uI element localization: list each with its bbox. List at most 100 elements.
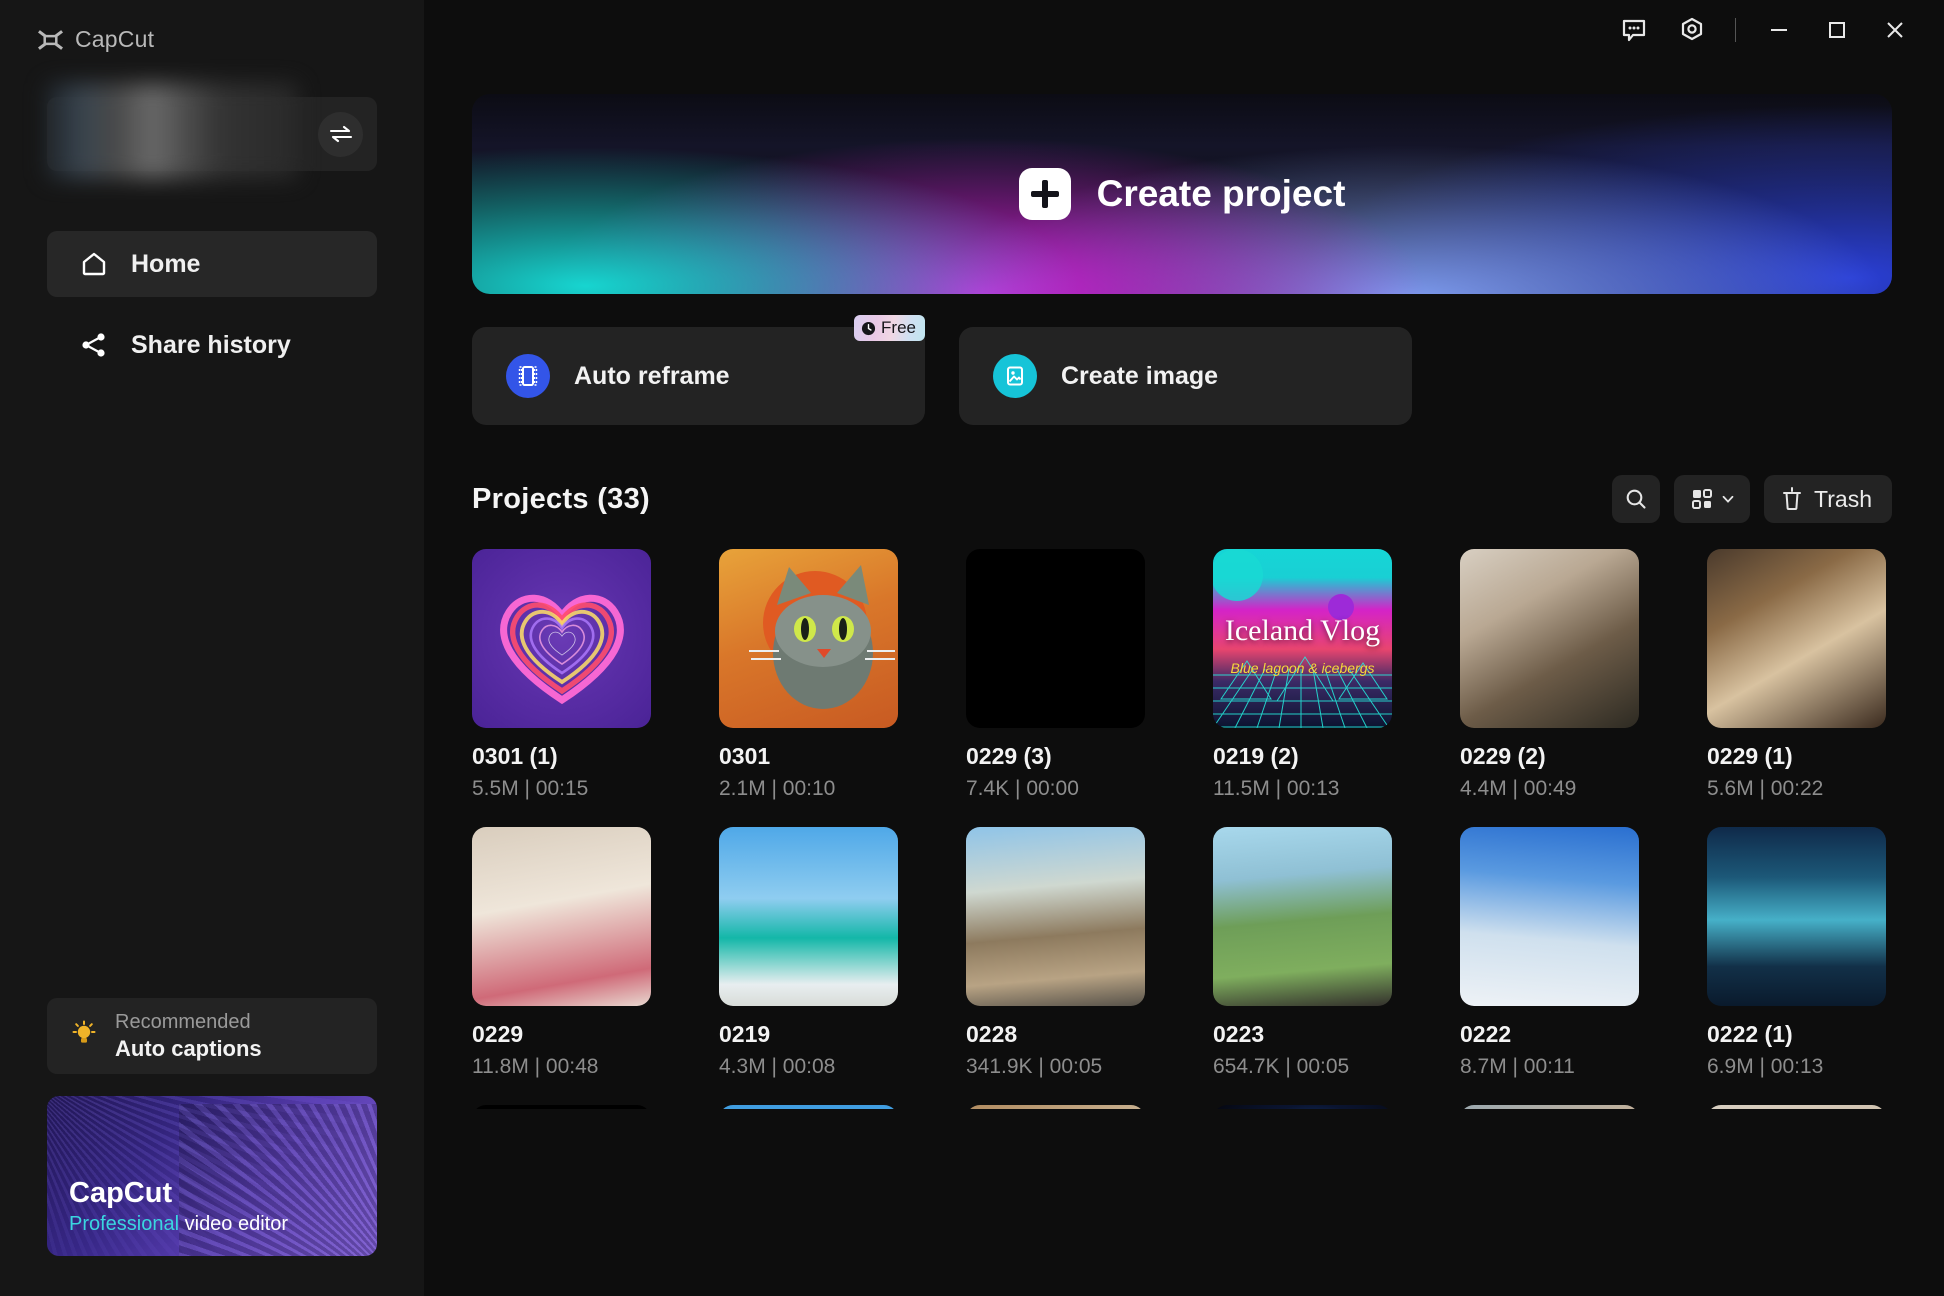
sidebar-item-label: Home xyxy=(131,249,201,278)
project-card[interactable]: 0223 654.7K | 00:05 xyxy=(1213,827,1392,1079)
sidebar-item-label: Share history xyxy=(131,330,291,359)
minimize-button[interactable] xyxy=(1750,8,1808,52)
trash-button[interactable]: Trash xyxy=(1764,475,1892,523)
recommended-title: Auto captions xyxy=(115,1035,262,1061)
project-thumbnail[interactable] xyxy=(472,827,651,1006)
project-card[interactable]: 0228 341.9K | 00:05 xyxy=(966,827,1145,1079)
project-thumbnail[interactable]: beach xyxy=(719,1105,898,1109)
close-icon xyxy=(1887,22,1903,38)
close-button[interactable] xyxy=(1866,8,1924,52)
maximize-button[interactable] xyxy=(1808,8,1866,52)
image-icon xyxy=(993,354,1037,398)
project-thumbnail[interactable] xyxy=(719,827,898,1006)
project-name: 0219 (2) xyxy=(1213,743,1299,769)
cat-illustration-art xyxy=(749,565,895,709)
project-card[interactable]: 0229 11.8M | 00:48 xyxy=(472,827,651,1079)
project-card[interactable]: 0229 (2) 4.4M | 00:49 xyxy=(1460,549,1639,801)
project-meta: 4.4M | 00:49 xyxy=(1460,777,1577,800)
project-card[interactable] xyxy=(472,1105,651,1109)
project-card[interactable]: ❤️ xyxy=(1707,1105,1886,1109)
project-thumbnail[interactable] xyxy=(1213,827,1392,1006)
project-card[interactable]: 0229 (3) 7.4K | 00:00 xyxy=(966,549,1145,801)
main-content: Create project Auto reframe Free Create … xyxy=(424,60,1944,1109)
projects-header: Projects (33) Trash xyxy=(472,475,1892,523)
project-thumbnail[interactable] xyxy=(472,1105,651,1109)
switch-account-button[interactable] xyxy=(318,111,363,157)
sidebar-item-home[interactable]: Home xyxy=(47,231,377,297)
minimize-icon xyxy=(1771,29,1787,31)
create-project-banner[interactable]: Create project xyxy=(472,94,1892,294)
chat-bubble-icon xyxy=(1622,19,1646,42)
project-thumbnail[interactable] xyxy=(1707,549,1886,728)
project-thumbnail[interactable] xyxy=(472,549,651,728)
project-meta: 2.1M | 00:10 xyxy=(719,777,836,800)
project-card[interactable] xyxy=(1460,1105,1639,1109)
project-thumbnail[interactable] xyxy=(1460,827,1639,1006)
action-card-row: Auto reframe Free Create image xyxy=(472,315,1892,425)
view-mode-button[interactable] xyxy=(1674,475,1751,523)
sidebar-item-share-history[interactable]: Share history xyxy=(47,312,377,378)
projects-title: Projects (33) xyxy=(472,482,650,515)
project-meta: 341.9K | 00:05 xyxy=(966,1055,1103,1078)
project-card[interactable]: 0301 (1) 5.5M | 00:15 xyxy=(472,549,651,801)
project-card[interactable] xyxy=(1213,1105,1392,1109)
project-thumbnail[interactable] xyxy=(719,549,898,728)
project-thumbnail[interactable] xyxy=(1460,549,1639,728)
project-meta: 5.6M | 00:22 xyxy=(1707,777,1824,800)
free-badge-label: Free xyxy=(881,318,916,337)
project-card[interactable]: 0229 (1) 5.6M | 00:22 xyxy=(1707,549,1886,801)
projects-grid: 0301 (1) 5.5M | 00:15 0301 2.1M | 00:10 0229… xyxy=(472,549,1892,1109)
project-name: 0222 xyxy=(1460,1021,1512,1047)
project-name: 0229 (3) xyxy=(966,743,1052,769)
create-image-card[interactable]: Create image xyxy=(959,327,1412,425)
project-card[interactable] xyxy=(966,1105,1145,1109)
project-name: 0301 (1) xyxy=(472,743,558,769)
lightbulb-icon xyxy=(69,1019,99,1054)
project-meta: 8.7M | 00:11 xyxy=(1460,1055,1575,1078)
reframe-icon xyxy=(506,354,550,398)
project-card[interactable]: 0301 2.1M | 00:10 xyxy=(719,549,898,801)
promo-tagline: Professional video editor xyxy=(69,1213,377,1236)
create-project-label: Create project xyxy=(1096,173,1346,214)
project-card[interactable]: 0222 8.7M | 00:11 xyxy=(1460,827,1639,1079)
project-meta: 11.8M | 00:48 xyxy=(472,1055,599,1078)
project-thumbnail[interactable]: Iceland Vlog Blue lagoon & icebergs xyxy=(1213,549,1392,728)
projects-toolbar: Trash xyxy=(1612,475,1892,523)
project-name: 0301 xyxy=(719,743,771,769)
sidebar-nav: Home Share history xyxy=(0,231,424,393)
project-card[interactable]: beach xyxy=(719,1105,898,1109)
settings-button[interactable] xyxy=(1663,8,1721,52)
auto-reframe-card[interactable]: Auto reframe Free xyxy=(472,315,925,425)
clock-icon xyxy=(861,321,876,335)
project-name: 0229 (2) xyxy=(1460,743,1546,769)
project-thumbnail[interactable] xyxy=(966,1105,1145,1109)
project-card[interactable]: 0222 (1) 6.9M | 00:13 xyxy=(1707,827,1886,1079)
capcut-pro-promo-banner[interactable]: CapCut Professional video editor xyxy=(47,1096,377,1256)
recommended-auto-captions-card[interactable]: Recommended Auto captions xyxy=(47,998,377,1074)
project-name: 0228 xyxy=(966,1021,1018,1047)
feedback-button[interactable] xyxy=(1605,8,1663,52)
search-button[interactable] xyxy=(1612,475,1661,523)
grid-view-icon xyxy=(1691,489,1712,509)
promo-title: CapCut xyxy=(69,1177,173,1209)
capcut-logo-icon xyxy=(38,29,63,50)
project-thumbnail[interactable]: ❤️ xyxy=(1707,1105,1886,1109)
project-card[interactable]: Iceland Vlog Blue lagoon & icebergs 0219 (… xyxy=(1213,549,1392,801)
recommended-kicker: Recommended xyxy=(115,1010,251,1033)
project-thumbnail[interactable] xyxy=(1460,1105,1639,1109)
free-badge: Free xyxy=(854,315,925,341)
project-thumbnail[interactable] xyxy=(966,549,1145,728)
thumbnail-overlay-subtitle: Blue lagoon & icebergs xyxy=(1230,659,1375,676)
project-meta: 7.4K | 00:00 xyxy=(966,777,1079,800)
plus-icon xyxy=(1018,168,1071,220)
account-panel[interactable] xyxy=(46,83,377,179)
project-thumbnail[interactable] xyxy=(1213,1105,1392,1109)
project-name: 0219 xyxy=(719,1021,771,1047)
project-thumbnail[interactable] xyxy=(966,827,1145,1006)
project-card[interactable]: 0219 4.3M | 00:08 xyxy=(719,827,898,1079)
project-name: 0222 (1) xyxy=(1707,1021,1793,1047)
promo-tagline-accent: Professional xyxy=(69,1213,180,1235)
projects-scroll-area[interactable]: 0301 (1) 5.5M | 00:15 0301 2.1M | 00:10 0229… xyxy=(472,549,1892,1109)
project-thumbnail[interactable] xyxy=(1707,827,1886,1006)
brand: CapCut xyxy=(0,0,424,53)
